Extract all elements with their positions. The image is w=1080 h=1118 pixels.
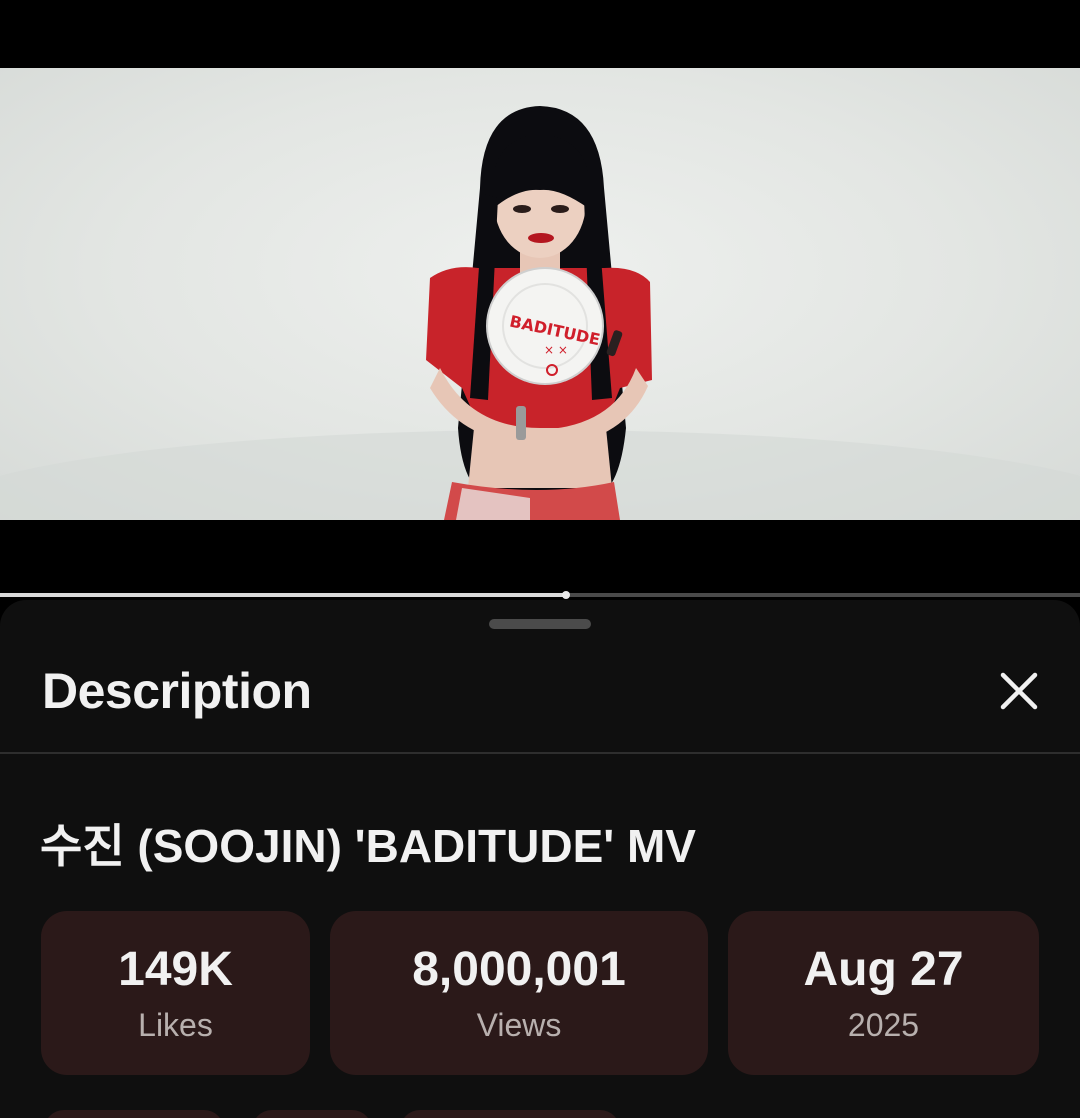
video-progress-fill xyxy=(0,593,566,597)
views-count: 8,000,001 xyxy=(412,943,626,996)
video-title: 수진 (SOOJIN) 'BADITUDE' MV xyxy=(40,820,696,872)
close-button[interactable] xyxy=(994,666,1044,716)
likes-count: 149K xyxy=(118,943,233,996)
likes-label: Likes xyxy=(138,1007,213,1043)
upload-date: Aug 27 xyxy=(803,943,964,996)
bottom-letterbox xyxy=(0,520,1080,594)
video-progress-bar[interactable] xyxy=(0,591,1080,599)
video-progress-knob[interactable] xyxy=(561,591,570,599)
description-sheet: Description 수진 (SOOJIN) 'BADITUDE' MV 14… xyxy=(0,600,1080,1118)
sheet-title: Description xyxy=(42,663,312,719)
hashtag-chip[interactable] xyxy=(252,1110,372,1118)
hashtag-chip[interactable] xyxy=(44,1110,224,1118)
svg-text:× ×: × × xyxy=(544,343,568,357)
views-label: Views xyxy=(476,1007,562,1043)
sheet-divider xyxy=(0,752,1080,754)
video-frame-image: BADITUDE × × xyxy=(0,106,1080,520)
hashtag-chip[interactable] xyxy=(400,1110,620,1118)
video-screen: BADITUDE × × Description 수진 (SOOJIN) 'BA… xyxy=(0,0,1080,1118)
sheet-drag-handle[interactable] xyxy=(489,619,591,629)
likes-stat: 149K Likes xyxy=(41,911,310,1075)
close-icon xyxy=(1000,672,1038,710)
date-stat: Aug 27 2025 xyxy=(728,911,1039,1075)
top-letterbox xyxy=(0,0,1080,68)
upload-year: 2025 xyxy=(847,1007,920,1043)
views-stat: 8,000,001 Views xyxy=(330,911,708,1075)
video-player[interactable]: BADITUDE × × xyxy=(0,68,1080,520)
